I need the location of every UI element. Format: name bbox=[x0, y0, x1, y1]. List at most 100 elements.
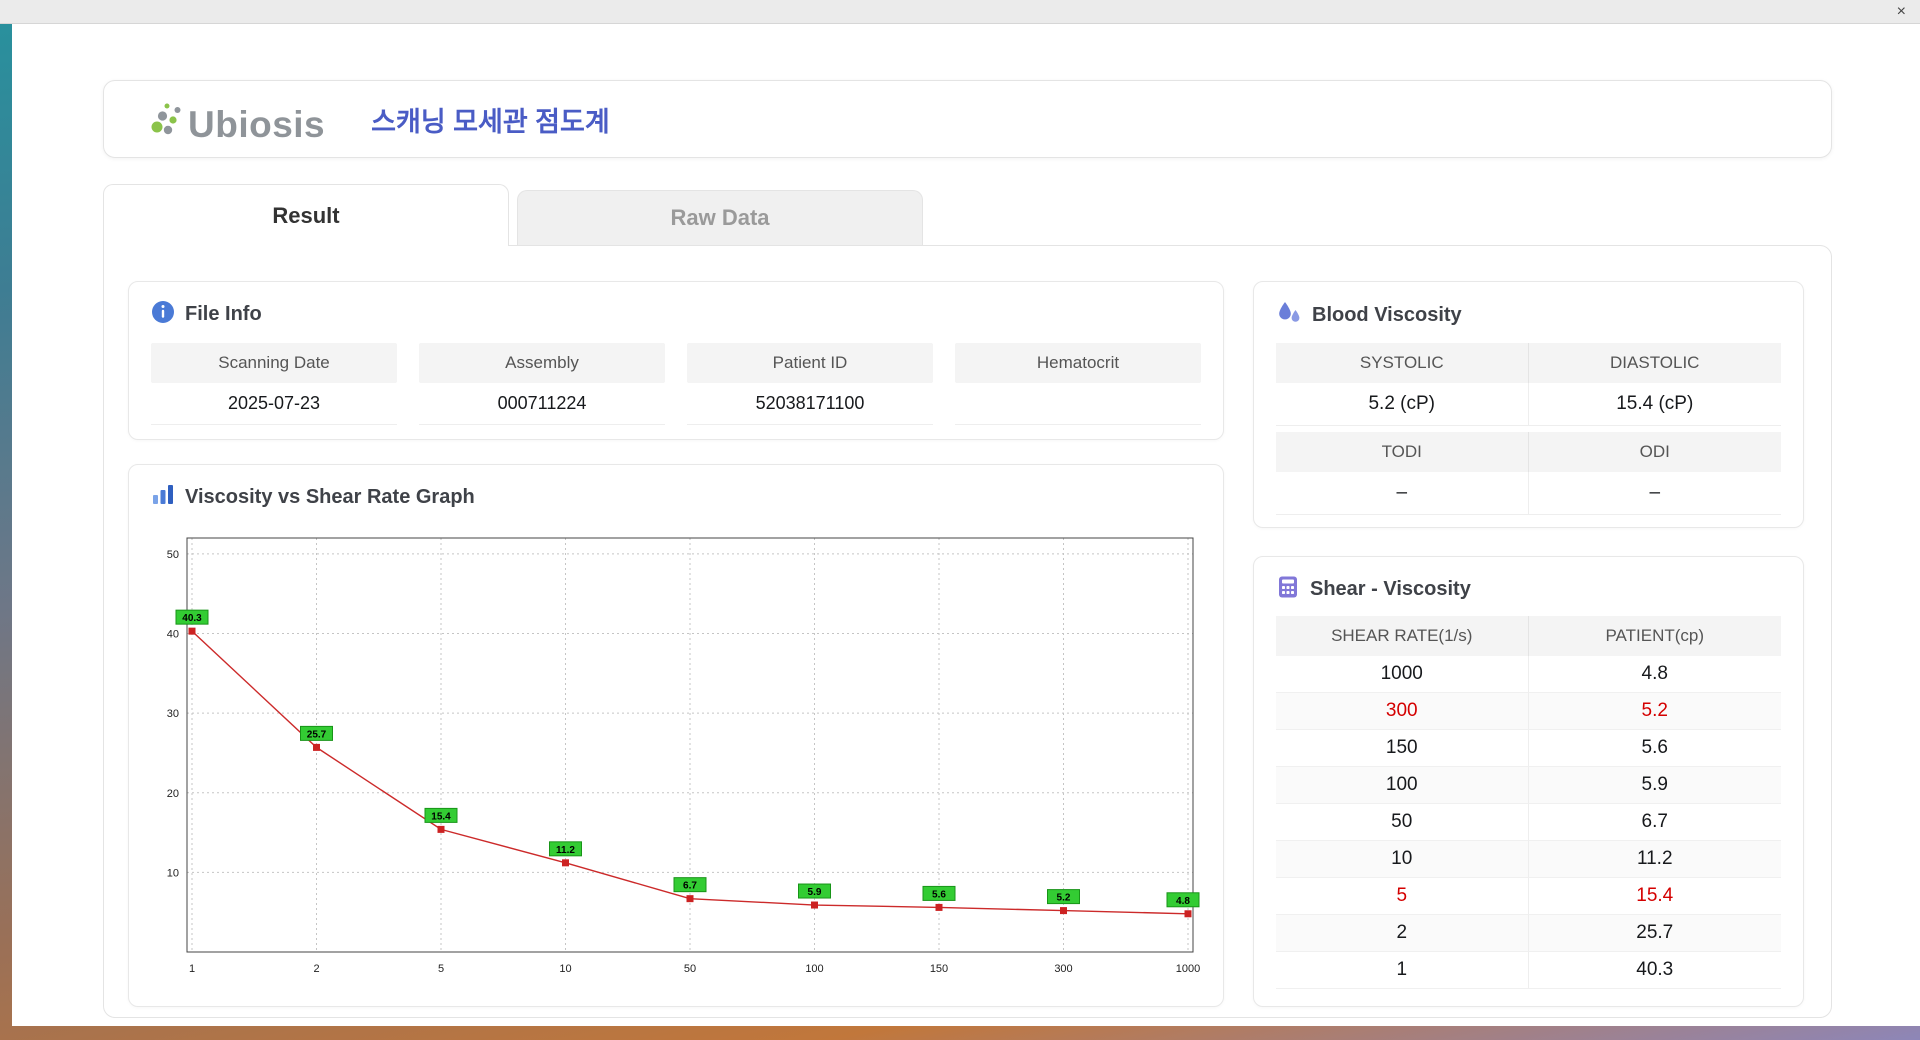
svg-text:20: 20 bbox=[167, 788, 179, 800]
blood-viscosity-card: Blood Viscosity SYSTOLIC DIASTOLIC 5.2 (cP… bbox=[1253, 281, 1804, 528]
patient-viscosity-cell: 6.7 bbox=[1528, 804, 1781, 841]
window-titlebar: × bbox=[0, 0, 1920, 24]
app-title: 스캐닝 모세관 점도계 bbox=[371, 106, 610, 137]
svg-text:5.6: 5.6 bbox=[932, 889, 946, 900]
svg-text:5.9: 5.9 bbox=[808, 887, 822, 898]
droplets-icon bbox=[1276, 300, 1302, 331]
shear-table-row: 150 5.6 bbox=[1276, 730, 1781, 767]
svg-text:30: 30 bbox=[167, 708, 179, 720]
bv-metric-value: – bbox=[1276, 472, 1529, 515]
shear-rate-cell: 300 bbox=[1276, 693, 1529, 730]
patient-viscosity-cell: 5.9 bbox=[1528, 767, 1781, 804]
bv-metric-value: 5.2 (cP) bbox=[1276, 383, 1529, 426]
shear-rate-cell: 150 bbox=[1276, 730, 1529, 767]
close-icon[interactable]: × bbox=[1897, 3, 1906, 20]
patient-viscosity-cell: 15.4 bbox=[1528, 878, 1781, 915]
shear-rate-cell: 50 bbox=[1276, 804, 1529, 841]
left-column: File Info Scanning Date Assembly Patient I… bbox=[128, 281, 1224, 1007]
svg-text:50: 50 bbox=[167, 549, 179, 561]
shear-rate-cell: 10 bbox=[1276, 841, 1529, 878]
calculator-icon bbox=[1276, 575, 1300, 604]
svg-text:40.3: 40.3 bbox=[182, 613, 202, 624]
bv-group: TODI ODI – – bbox=[1276, 432, 1781, 515]
file-info-title: File Info bbox=[185, 303, 262, 325]
file-info-grid: Scanning Date Assembly Patient ID Hematocri… bbox=[129, 339, 1223, 443]
shear-viscosity-title: Shear - Viscosity bbox=[1310, 578, 1471, 600]
patient-column-header: PATIENT(cp) bbox=[1528, 616, 1781, 656]
patient-viscosity-cell: 40.3 bbox=[1528, 952, 1781, 989]
viscosity-graph-card: Viscosity vs Shear Rate Graph 40.3 25.7 15… bbox=[128, 464, 1224, 1007]
file-info-field-label: Scanning Date bbox=[151, 343, 397, 383]
tab-raw-data-label: Raw Data bbox=[670, 205, 770, 230]
svg-text:10: 10 bbox=[167, 867, 179, 879]
app-window: Ubiosis 스캐닝 모세관 점도계 Result Raw Data File… bbox=[12, 24, 1920, 1026]
shear-rate-column-header: SHEAR RATE(1/s) bbox=[1276, 616, 1529, 656]
right-column: Blood Viscosity SYSTOLIC DIASTOLIC 5.2 (cP… bbox=[1253, 281, 1804, 1007]
svg-text:10: 10 bbox=[559, 963, 571, 975]
svg-text:1: 1 bbox=[189, 963, 195, 975]
shear-rate-cell: 2 bbox=[1276, 915, 1529, 952]
shear-viscosity-header: Shear - Viscosity bbox=[1254, 557, 1803, 614]
shear-rate-cell: 1000 bbox=[1276, 656, 1529, 693]
blood-viscosity-header: Blood Viscosity bbox=[1254, 282, 1803, 341]
viscosity-chart: 40.3 25.7 15.4 11.2 6.7 5.9 5.6 5.2 4.8 1 2 5 10 50 10… bbox=[167, 537, 1200, 975]
shear-rate-cell: 1 bbox=[1276, 952, 1529, 989]
patient-viscosity-cell: 5.2 bbox=[1528, 693, 1781, 730]
logo-dots-icon bbox=[148, 96, 184, 143]
file-info-field-label: Patient ID bbox=[687, 343, 933, 383]
graph-header: Viscosity vs Shear Rate Graph bbox=[129, 465, 1223, 522]
file-info-field-label: Hematocrit bbox=[955, 343, 1201, 383]
shear-table-row: 5 15.4 bbox=[1276, 878, 1781, 915]
shear-viscosity-rows: 1000 4.8 300 5.2 150 5.6 100 5.9 50 6.7 10 11.2 5 15.… bbox=[1276, 656, 1781, 989]
logo-text: Ubiosis bbox=[188, 103, 326, 145]
svg-text:2: 2 bbox=[313, 963, 319, 975]
shear-table-row: 1 40.3 bbox=[1276, 952, 1781, 989]
shear-table-header: SHEAR RATE(1/s) PATIENT(cp) bbox=[1276, 616, 1781, 656]
file-info-field-value bbox=[955, 383, 1201, 425]
svg-text:1000: 1000 bbox=[1176, 963, 1200, 975]
shear-rate-cell: 5 bbox=[1276, 878, 1529, 915]
shear-table-row: 10 11.2 bbox=[1276, 841, 1781, 878]
result-panel: File Info Scanning Date Assembly Patient I… bbox=[103, 245, 1832, 1018]
patient-viscosity-cell: 4.8 bbox=[1528, 656, 1781, 693]
file-info-field-label: Assembly bbox=[419, 343, 665, 383]
shear-table-row: 2 25.7 bbox=[1276, 915, 1781, 952]
info-icon bbox=[151, 300, 175, 329]
shear-table-row: 50 6.7 bbox=[1276, 804, 1781, 841]
bv-metric-label: DIASTOLIC bbox=[1528, 343, 1781, 383]
bv-metric-value: 15.4 (cP) bbox=[1528, 383, 1781, 426]
tab-result[interactable]: Result bbox=[103, 184, 509, 246]
chart-wrap: 40.3 25.7 15.4 11.2 6.7 5.9 5.6 5.2 4.8 1 2 5 10 50 10… bbox=[129, 522, 1223, 1006]
svg-text:50: 50 bbox=[684, 963, 696, 975]
patient-viscosity-cell: 11.2 bbox=[1528, 841, 1781, 878]
svg-text:5: 5 bbox=[438, 963, 444, 975]
tab-bar: Result Raw Data bbox=[103, 184, 1832, 246]
svg-text:150: 150 bbox=[930, 963, 948, 975]
file-info-card: File Info Scanning Date Assembly Patient I… bbox=[128, 281, 1224, 440]
file-info-header: File Info bbox=[129, 282, 1223, 339]
svg-text:25.7: 25.7 bbox=[307, 729, 327, 740]
shear-table-row: 100 5.9 bbox=[1276, 767, 1781, 804]
shear-viscosity-table: SHEAR RATE(1/s) PATIENT(cp) 1000 4.8 300 5.… bbox=[1254, 614, 1803, 1003]
graph-title: Viscosity vs Shear Rate Graph bbox=[185, 486, 475, 508]
shear-table-row: 1000 4.8 bbox=[1276, 656, 1781, 693]
shear-table-row: 300 5.2 bbox=[1276, 693, 1781, 730]
blood-viscosity-table: SYSTOLIC DIASTOLIC 5.2 (cP) 15.4 (cP) TODI OD… bbox=[1254, 341, 1803, 537]
blood-viscosity-title: Blood Viscosity bbox=[1312, 304, 1462, 326]
svg-text:6.7: 6.7 bbox=[683, 881, 697, 892]
app-header: Ubiosis 스캐닝 모세관 점도계 bbox=[103, 80, 1832, 158]
tab-raw-data[interactable]: Raw Data bbox=[517, 190, 923, 245]
patient-viscosity-cell: 25.7 bbox=[1528, 915, 1781, 952]
file-info-field-value: 2025-07-23 bbox=[151, 383, 397, 425]
bv-metric-label: ODI bbox=[1528, 432, 1781, 472]
svg-text:4.8: 4.8 bbox=[1176, 896, 1190, 907]
svg-text:11.2: 11.2 bbox=[556, 845, 575, 856]
svg-text:300: 300 bbox=[1054, 963, 1072, 975]
patient-viscosity-cell: 5.6 bbox=[1528, 730, 1781, 767]
file-info-field-value: 000711224 bbox=[419, 383, 665, 425]
svg-text:15.4: 15.4 bbox=[431, 811, 451, 822]
svg-text:5.2: 5.2 bbox=[1057, 893, 1071, 904]
svg-text:40: 40 bbox=[167, 629, 179, 641]
bv-metric-label: TODI bbox=[1276, 432, 1529, 472]
svg-text:100: 100 bbox=[805, 963, 823, 975]
